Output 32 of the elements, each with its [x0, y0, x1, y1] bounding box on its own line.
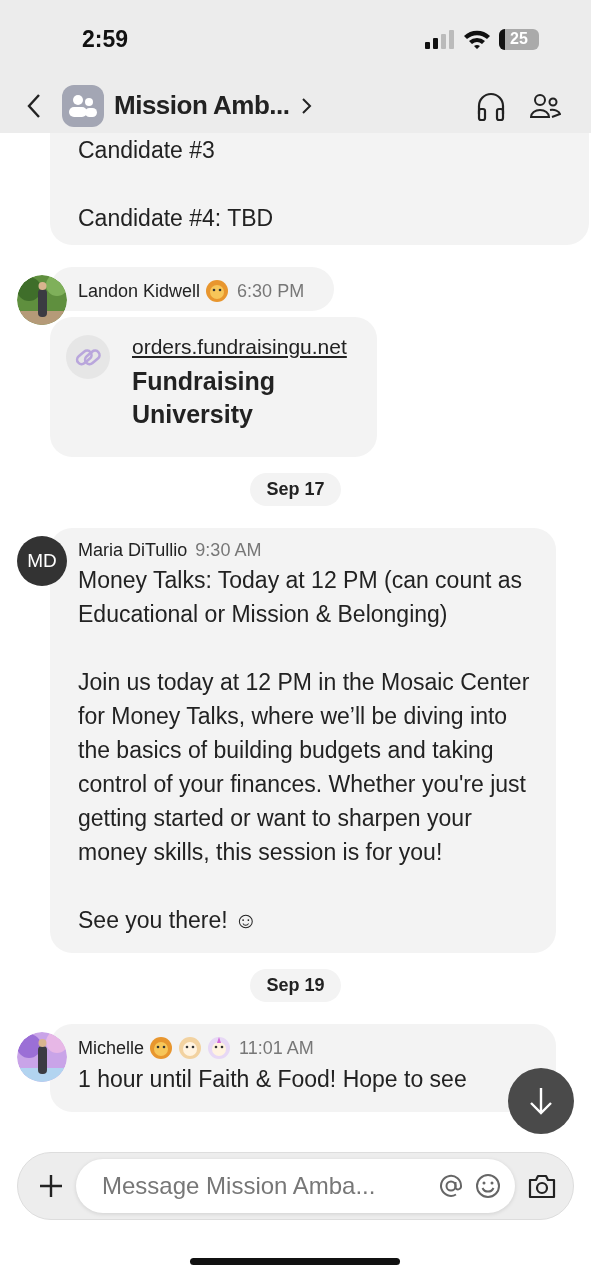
- at-icon[interactable]: [439, 1174, 463, 1198]
- arrow-down-icon: [528, 1086, 554, 1116]
- chevron-right-icon[interactable]: [299, 96, 312, 115]
- sender-name[interactable]: Michelle: [78, 1037, 145, 1059]
- link-preview-card[interactable]: orders.fundraisingu.net Fundraising University: [50, 317, 377, 457]
- battery-icon: 25: [499, 28, 539, 50]
- chat-title[interactable]: Mission Amb...: [114, 90, 290, 121]
- composer-field[interactable]: Message Mission Amba...: [76, 1159, 515, 1213]
- message-text: Candidate #3 Candidate #4: TBD: [78, 136, 275, 233]
- smiley-icon[interactable]: [475, 1173, 501, 1199]
- link-title: Fundraising University: [132, 366, 277, 430]
- link-url[interactable]: orders.fundraisingu.net: [132, 335, 347, 359]
- message-input[interactable]: Message Mission Amba...: [100, 1171, 427, 1201]
- message-time: 6:30 PM: [237, 280, 305, 302]
- link-icon: [66, 335, 110, 379]
- message-time: 9:30 AM: [195, 540, 262, 561]
- wifi-icon: [463, 29, 491, 49]
- sender-name[interactable]: Landon Kidwell: [78, 280, 201, 302]
- camera-icon[interactable]: [527, 1173, 557, 1199]
- members-icon[interactable]: [529, 91, 561, 120]
- signal-icon: [425, 29, 455, 49]
- message-text: 1 hour until Faith & Food! Hope to see: [78, 1065, 468, 1094]
- date-separator: Sep 17: [250, 473, 341, 506]
- back-icon[interactable]: [26, 92, 42, 119]
- date-separator: Sep 19: [250, 969, 341, 1002]
- message-time: 11:01 AM: [239, 1037, 314, 1059]
- status-time: 2:59: [82, 25, 129, 53]
- plus-icon[interactable]: [38, 1173, 64, 1199]
- sender-name[interactable]: Maria DiTullio: [78, 540, 188, 561]
- message-text: Money Talks: Today at 12 PM (can count as Educational or Mission & Belonging) Join us today at 12 PM in the Mosaic Center for Money Talks, where we’ll be diving into the basics of building budgets and taking control of your finances. Whether you're just getting started or want to sharpen your money skills, this session is for you! See you there! ☺: [78, 566, 531, 935]
- unicorn-face-icon: [207, 1036, 232, 1060]
- avatar[interactable]: MD: [17, 536, 67, 586]
